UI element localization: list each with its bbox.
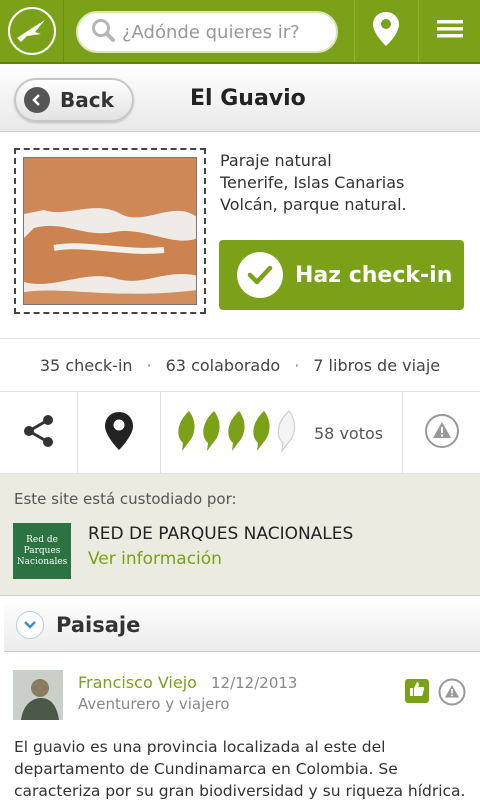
menu-button[interactable]	[418, 0, 480, 62]
custodian-panel: Este site está custodiado por: Red de Pa…	[0, 474, 480, 596]
warning-icon	[424, 413, 460, 454]
search-box[interactable]	[76, 11, 338, 53]
bird-logo-icon	[7, 7, 56, 55]
checkin-count: 35 check-in	[39, 355, 133, 375]
chevron-down-icon[interactable]	[16, 610, 44, 639]
custodian-logo-text: Parques	[23, 545, 61, 556]
back-label: Back	[60, 88, 114, 112]
top-bar	[0, 0, 480, 64]
comment-text: El guavio es una provincia localizada al…	[14, 738, 466, 800]
stats-separator: ·	[146, 355, 152, 375]
comment-item: Francisco Viejo 12/12/2013 Aventurero y …	[0, 656, 480, 800]
action-row: 58 votos	[0, 392, 480, 474]
share-button[interactable]	[0, 392, 78, 474]
checkin-label: Haz check-in	[295, 262, 453, 288]
site-type: Paraje natural	[220, 151, 332, 170]
back-arrow-icon	[24, 87, 50, 113]
avatar[interactable]	[13, 670, 63, 720]
comment-date: 12/12/2013	[211, 674, 298, 692]
app-logo[interactable]	[0, 0, 64, 62]
back-button[interactable]: Back	[14, 78, 134, 122]
custodian-info-link[interactable]: Ver información	[88, 549, 222, 569]
hamburger-menu-icon	[436, 18, 463, 45]
site-photo-stamp[interactable]	[14, 148, 206, 314]
checkmark-icon	[237, 252, 283, 298]
leaf-filled-icon[interactable]	[250, 409, 272, 453]
search-icon	[90, 17, 116, 48]
share-icon	[22, 414, 56, 453]
page-header: Back El Guavio	[0, 64, 480, 132]
votes-count: 58 votos	[314, 423, 384, 443]
comment-author-role: Aventurero y viajero	[78, 695, 230, 713]
custodian-label: Este site está custodiado por:	[14, 490, 237, 508]
page-title: El Guavio	[190, 86, 306, 111]
leaf-filled-icon[interactable]	[200, 409, 222, 453]
site-photo	[23, 157, 197, 305]
collaborator-count: 63 colaborado	[165, 355, 281, 375]
checkin-button[interactable]: Haz check-in	[219, 240, 464, 310]
leaf-filled-icon[interactable]	[225, 409, 247, 453]
site-info: Paraje natural Tenerife, Islas Canarias …	[220, 150, 407, 216]
custodian-name: RED DE PARQUES NACIONALES	[88, 524, 354, 544]
thumbs-up-icon	[409, 681, 425, 702]
map-pin-icon	[104, 411, 134, 456]
warning-icon	[438, 678, 466, 710]
leaf-empty-icon[interactable]	[275, 409, 297, 453]
site-tags: Volcán, parque natural.	[220, 195, 407, 214]
location-button[interactable]	[354, 0, 416, 62]
site-location: Tenerife, Islas Canarias	[220, 173, 405, 192]
custodian-logo-text: Nacionales	[16, 556, 68, 567]
report-button[interactable]	[403, 392, 480, 474]
rating-widget[interactable]: 58 votos	[161, 392, 403, 474]
leaf-filled-icon[interactable]	[175, 409, 197, 453]
custodian-logo[interactable]: Red de Parques Nacionales	[13, 523, 71, 579]
map-pin-icon	[372, 11, 400, 52]
custodian-logo-text: Red de	[26, 534, 58, 545]
section-title: Paisaje	[56, 612, 141, 637]
site-stats: 35 check-in · 63 colaborado · 7 libros d…	[0, 338, 480, 392]
map-location-button[interactable]	[78, 392, 161, 474]
section-header[interactable]: Paisaje	[4, 598, 480, 652]
travel-books-count: 7 libros de viaje	[313, 355, 441, 375]
rating-leaves	[175, 409, 300, 458]
comment-author[interactable]: Francisco Viejo	[78, 673, 197, 692]
report-comment-button[interactable]	[438, 678, 466, 711]
like-button[interactable]	[405, 679, 429, 703]
search-input[interactable]	[122, 21, 332, 43]
stats-separator: ·	[294, 355, 300, 375]
